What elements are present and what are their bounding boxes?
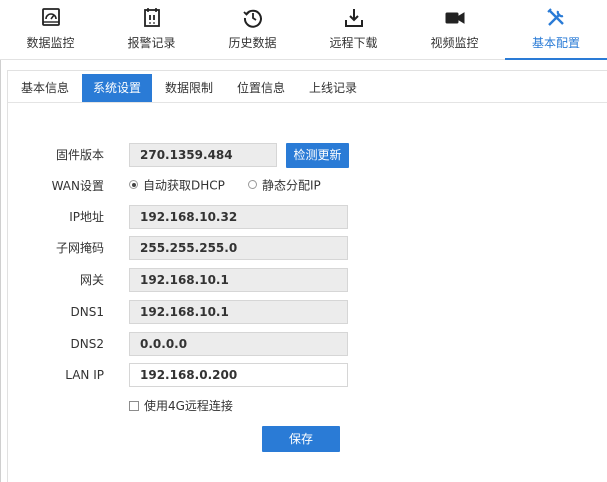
nav-item-alarm-record[interactable]: 报警记录	[101, 0, 202, 60]
history-icon	[241, 6, 265, 30]
alarm-record-icon	[140, 6, 164, 30]
dns2-label: DNS2	[70, 337, 104, 351]
dns2-field[interactable]: 0.0.0.0	[129, 332, 348, 356]
subnet-label: 子网掩码	[55, 241, 104, 255]
wan-label: WAN设置	[51, 179, 104, 193]
nav-item-label: 视频监控	[430, 36, 479, 50]
radio-static[interactable]	[248, 180, 257, 189]
gauge-icon	[39, 6, 63, 30]
subnet-mask-field[interactable]: 255.255.255.0	[129, 236, 348, 260]
nav-item-label: 数据监控	[26, 36, 75, 50]
nav-item-label: 远程下载	[329, 36, 378, 50]
lan-ip-field[interactable]: 192.168.0.200	[129, 363, 348, 387]
tools-icon	[544, 6, 568, 30]
nav-item-history[interactable]: 历史数据	[202, 0, 303, 60]
firmware-version-field: 270.1359.484	[129, 143, 277, 167]
tab-system-settings[interactable]: 系统设置	[82, 74, 152, 102]
firmware-label: 固件版本	[55, 148, 104, 162]
gateway-field[interactable]: 192.168.10.1	[129, 268, 348, 292]
video-camera-icon	[443, 6, 467, 30]
ip-address-field[interactable]: 192.168.10.32	[129, 205, 348, 229]
ip-label: IP地址	[69, 210, 104, 224]
nav-item-label: 基本配置	[531, 36, 580, 50]
dns1-label: DNS1	[70, 305, 104, 319]
tab-online-records[interactable]: 上线记录	[302, 74, 364, 102]
tab-data-limits[interactable]: 数据限制	[158, 74, 220, 102]
nav-item-remote-download[interactable]: 远程下载	[303, 0, 404, 60]
use-4g-option[interactable]: 使用4G远程连接	[129, 396, 233, 416]
config-panel: 基本信息 系统设置 数据限制 位置信息 上线记录 固件版本 270.1359.4…	[7, 70, 607, 482]
use-4g-label: 使用4G远程连接	[144, 399, 233, 413]
save-button[interactable]: 保存	[262, 426, 340, 452]
check-update-button[interactable]: 检测更新	[286, 143, 349, 168]
wan-static-option[interactable]: 静态分配IP	[248, 178, 321, 193]
nav-item-basic-config[interactable]: 基本配置	[505, 0, 607, 60]
top-nav: 数据监控 报警记录 历史数据 远程下载 视频监控 基本配置	[0, 0, 607, 60]
use-4g-checkbox[interactable]	[129, 400, 139, 411]
wan-mode-radio-group: 自动获取DHCP	[129, 173, 225, 197]
wan-dhcp-option[interactable]: 自动获取DHCP	[129, 178, 225, 193]
sub-tabs: 基本信息 系统设置 数据限制 位置信息 上线记录	[8, 71, 607, 103]
wan-static-radio-group: 静态分配IP	[248, 173, 321, 197]
nav-item-label: 报警记录	[127, 36, 176, 50]
left-divider	[0, 60, 1, 482]
nav-item-data-monitor[interactable]: 数据监控	[0, 0, 101, 60]
dns1-field[interactable]: 192.168.10.1	[129, 300, 348, 324]
radio-dhcp-label: 自动获取DHCP	[143, 178, 225, 193]
radio-static-label: 静态分配IP	[262, 178, 321, 193]
nav-item-label: 历史数据	[228, 36, 277, 50]
lan-ip-label: LAN IP	[65, 368, 104, 382]
gateway-label: 网关	[79, 273, 104, 287]
tab-basic-info[interactable]: 基本信息	[12, 74, 78, 102]
tab-location-info[interactable]: 位置信息	[230, 74, 292, 102]
nav-item-video-monitor[interactable]: 视频监控	[404, 0, 505, 60]
radio-dhcp[interactable]	[129, 180, 138, 189]
download-icon	[342, 6, 366, 30]
